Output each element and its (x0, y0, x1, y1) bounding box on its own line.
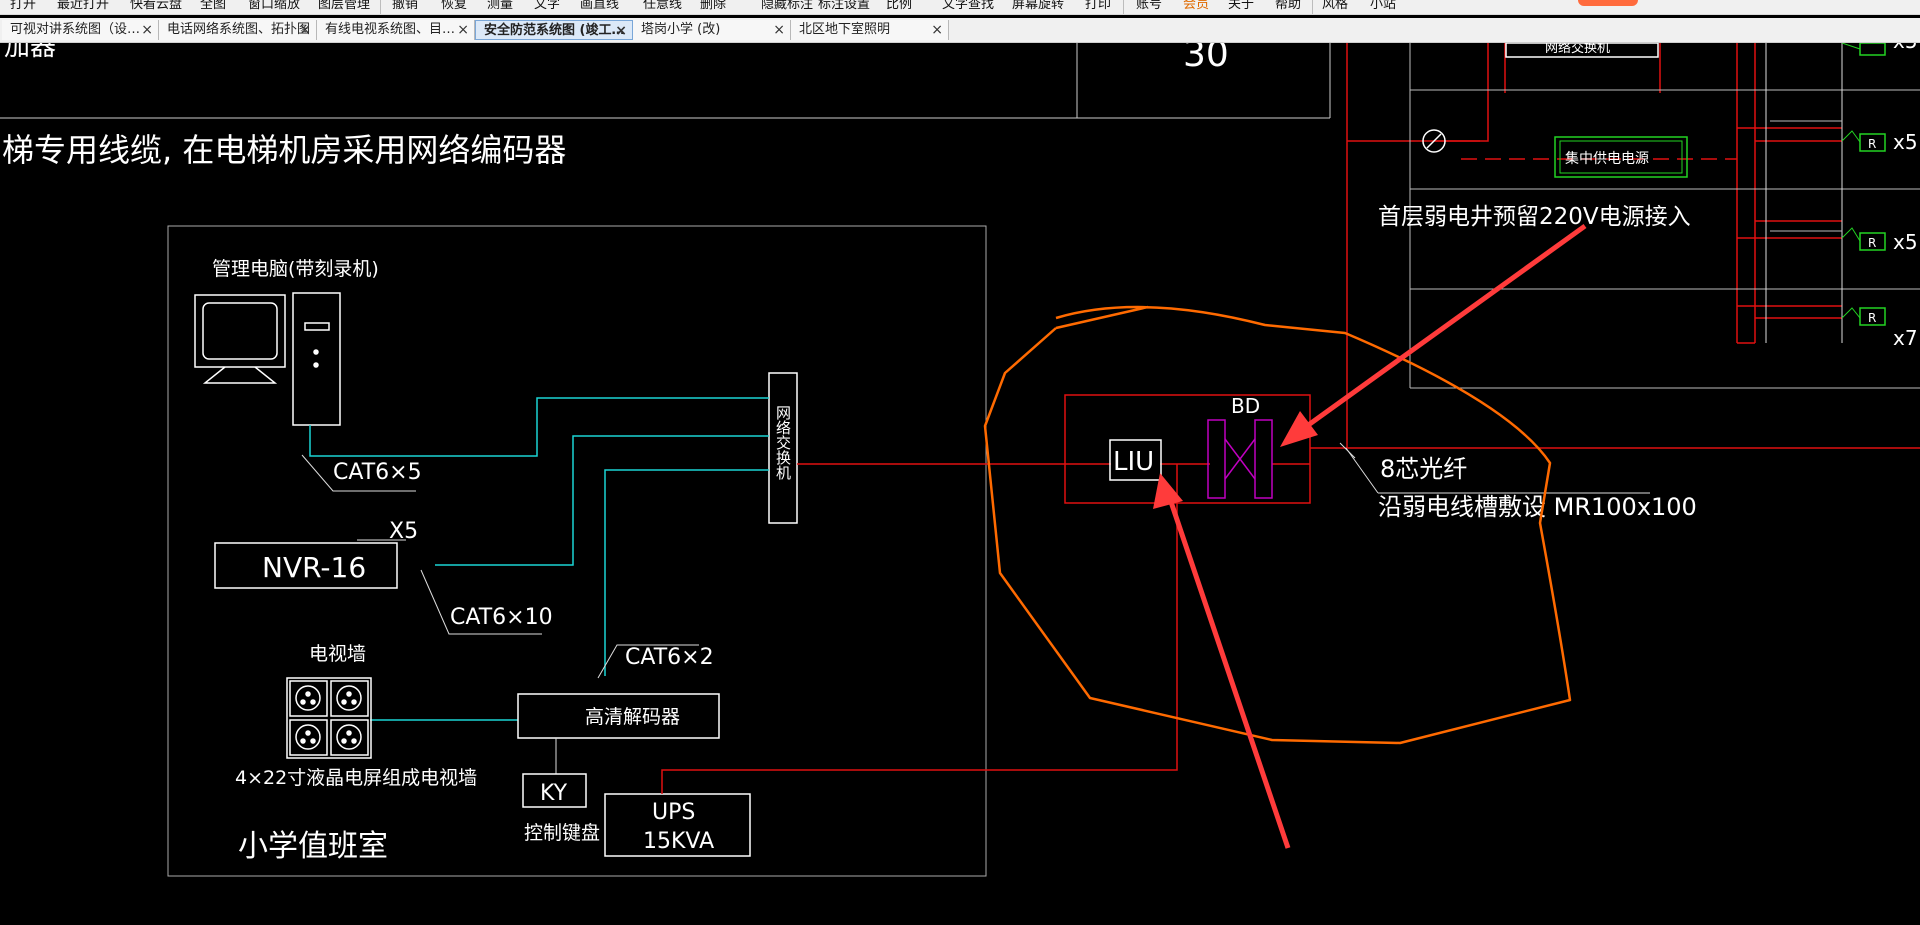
menu-item-25[interactable]: 小站 (1370, 0, 1396, 12)
menu-item-5[interactable]: 窗口缩放 (248, 0, 300, 12)
fiber-leader (1345, 447, 1379, 494)
power-note: 首层弱电井预留220V电源接入 (1378, 204, 1691, 230)
drawing-canvas[interactable]: 加器 30 梯专用线缆, 在电梯机房采用网络编码器 管理电脑(带刻录机) 网络交… (0, 43, 1920, 925)
fiber-route: 沿弱电线槽敷设 MR100x100 (1378, 493, 1697, 521)
menu-item-2[interactable]: 最近打开 (57, 0, 109, 12)
r-device-3: R (1841, 227, 1886, 251)
tv-wall-icon (286, 677, 372, 759)
arrow-to-bd (1280, 223, 1587, 447)
menu-separator (1123, 0, 1124, 14)
ups-line2: 15KVA (643, 829, 714, 854)
computer-icon (194, 292, 341, 426)
red-wires (661, 43, 1920, 794)
menu-item-24[interactable]: 风格 (1322, 0, 1348, 12)
tv-wall-label: 电视墙 (309, 643, 366, 665)
close-icon[interactable]: × (299, 20, 311, 40)
annotation-circle (983, 305, 1572, 745)
menu-item-23[interactable]: 帮助 (1275, 0, 1301, 12)
menu-item-12[interactable]: 任意线 (643, 0, 682, 12)
power-label: 集中供电电源 (1565, 150, 1649, 167)
close-icon[interactable]: × (773, 20, 785, 40)
menu-separator (1312, 0, 1313, 14)
r-device-2: R (1841, 130, 1886, 152)
menu-item-7[interactable]: 撤销 (392, 0, 418, 12)
x5-label-top: x5 (1893, 43, 1918, 53)
menu-item-17[interactable]: 文字查找 (942, 0, 994, 12)
r-label: R (1868, 236, 1876, 250)
menu-separator (380, 0, 381, 14)
nvr-label: NVR-16 (262, 551, 366, 584)
tab-label: 北区地下室照明 (799, 22, 891, 37)
tab-label: 塔岗小学 (改) (641, 22, 721, 37)
update-badge[interactable] (1578, 0, 1638, 6)
cat6-label-c: CAT6×2 (625, 645, 714, 670)
bd-icon (1207, 419, 1273, 499)
menu-item-13[interactable]: 删除 (700, 0, 726, 12)
document-tab-bar: 可视对讲系统图（设… × 电话网络系统图、拓扑图 × 有线电视系统图、目… × 安全防范系统… (0, 18, 1920, 43)
menu-item-21[interactable]: 会员 (1183, 0, 1209, 12)
cad-drawing[interactable]: 加器 30 梯专用线缆, 在电梯机房采用网络编码器 管理电脑(带刻录机) 网络交… (0, 43, 1920, 925)
tab-label: 电话网络系统图、拓扑图 (167, 22, 311, 37)
cat6-label-b: CAT6×10 (450, 605, 553, 630)
x5-label-2: x5 (1893, 230, 1918, 254)
r-device-4: R (1841, 307, 1886, 326)
keyboard-label: 控制键盘 (524, 822, 600, 844)
x5-label: x5 (1893, 130, 1918, 154)
tab-label: 安全防范系统图 (竣工… (484, 23, 625, 38)
nvr-multiplier: X5 (389, 519, 418, 544)
menu-item-9[interactable]: 测量 (487, 0, 513, 12)
menu-item-16[interactable]: 比例 (886, 0, 912, 12)
x7-label: x7 (1893, 326, 1918, 350)
menu-item-3[interactable]: 快看云盘 (130, 0, 182, 12)
tab-label: 有线电视系统图、目… (325, 22, 456, 37)
decoder-label: 高清解码器 (585, 706, 680, 728)
menu-item-11[interactable]: 画直线 (580, 0, 619, 12)
close-icon[interactable]: × (141, 20, 153, 40)
tab-2[interactable]: 电话网络系统图、拓扑图 × (159, 20, 317, 40)
switch-label: 网络交换机 (774, 405, 792, 481)
tab-6[interactable]: 北区地下室照明 × (791, 20, 949, 40)
menu-item-15[interactable]: 标注设置 (818, 0, 870, 12)
liu-label: LIU (1113, 447, 1154, 477)
r-device-1 (1841, 43, 1886, 56)
menu-bar: 打开 最近打开 快看云盘 全图 窗口缩放 图层管理 撤销 恢复 测量 文字 画直线 任意线 删除 隐藏标注… (0, 0, 1920, 15)
menu-item-1[interactable]: 打开 (10, 0, 36, 12)
menu-item-8[interactable]: 恢复 (441, 0, 467, 12)
menu-item-22[interactable]: 关于 (1228, 0, 1254, 12)
cat6-wires (309, 397, 769, 721)
r-label: R (1868, 311, 1876, 325)
ky-label: KY (540, 781, 568, 806)
menu-item-4[interactable]: 全图 (200, 0, 226, 12)
tv-wall-note: 4×22寸液晶电屏组成电视墙 (235, 767, 477, 789)
menu-item-20[interactable]: 账号 (1136, 0, 1162, 12)
menu-item-19[interactable]: 打印 (1085, 0, 1111, 12)
menu-item-18[interactable]: 屏幕旋转 (1012, 0, 1064, 12)
room-label: 小学值班室 (238, 829, 388, 864)
tab-1[interactable]: 可视对讲系统图（设… × (2, 20, 159, 40)
tab-label: 可视对讲系统图（设… (10, 22, 141, 37)
menu-item-14[interactable]: 隐藏标注 (761, 0, 813, 12)
top-partial-text: 加器 (4, 43, 56, 62)
tab-4[interactable]: 安全防范系统图 (竣工… × (475, 20, 633, 40)
cable-note: 梯专用线缆, 在电梯机房采用网络编码器 (2, 131, 566, 169)
close-icon[interactable]: × (931, 20, 943, 40)
fiber-label: 8芯光纤 (1380, 455, 1467, 483)
tab-3[interactable]: 有线电视系统图、目… × (317, 20, 475, 40)
top-right-box-label: 网络交换机 (1545, 43, 1610, 56)
pc-label: 管理电脑(带刻录机) (212, 258, 379, 280)
tab-5[interactable]: 塔岗小学 (改) × (633, 20, 791, 40)
cat6-label-a: CAT6×5 (333, 460, 422, 485)
bd-label: BD (1231, 394, 1260, 418)
menu-item-10[interactable]: 文字 (534, 0, 560, 12)
menu-item-6[interactable]: 图层管理 (318, 0, 370, 12)
arrow-to-liu (1153, 473, 1291, 849)
top-number: 30 (1183, 43, 1229, 75)
ups-line1: UPS (652, 800, 695, 825)
r-label: R (1868, 137, 1876, 151)
close-icon[interactable]: × (615, 21, 627, 39)
close-icon[interactable]: × (457, 20, 469, 40)
